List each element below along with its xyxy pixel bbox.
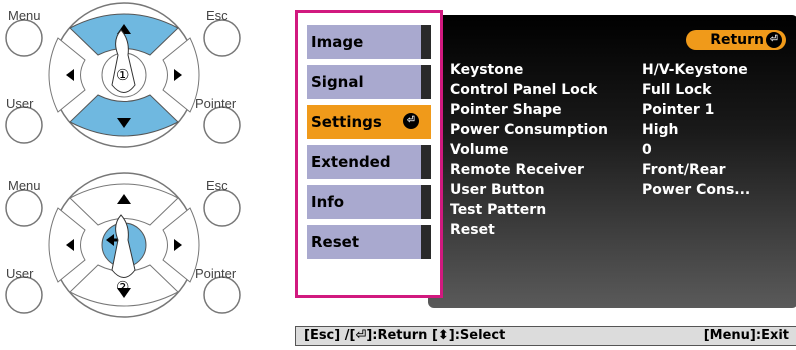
setting-row[interactable]: Control Panel Lock Full Lock <box>450 80 785 100</box>
setting-label: Test Pattern <box>450 202 547 218</box>
settings-submenu: Return ⏎ Keystone H/V-Keystone Control Pan… <box>428 15 796 308</box>
setting-label: Pointer Shape <box>450 102 562 118</box>
status-hint-left: [Esc] /[⏎]:Return [⬍]:Select <box>304 328 506 343</box>
remote-diagram-top: Menu Esc User Pointer ① <box>0 0 250 150</box>
projector-menu: Return ⏎ Keystone H/V-Keystone Control Pan… <box>295 10 796 310</box>
menu-label: Menu <box>8 8 41 23</box>
tab-image[interactable]: Image <box>307 25 431 59</box>
menu-tab-column: Image Signal Settings ⏎ Extended Info Reset <box>295 10 443 298</box>
remote-diagram-bottom: Menu Esc User Pointer ② <box>0 170 250 320</box>
tab-label: Image <box>311 33 364 51</box>
tab-label: Settings <box>311 113 382 131</box>
setting-row[interactable]: Remote Receiver Front/Rear <box>450 160 785 180</box>
setting-label: Power Consumption <box>450 122 608 138</box>
setting-row[interactable]: User Button Power Cons... <box>450 180 785 200</box>
menu-label: Menu <box>8 178 41 193</box>
setting-row[interactable]: Volume 0 <box>450 140 785 160</box>
esc-label: Esc <box>206 8 228 23</box>
status-bar: [Esc] /[⏎]:Return [⬍]:Select [Menu]:Exit <box>295 326 796 346</box>
setting-row[interactable]: Pointer Shape Pointer 1 <box>450 100 785 120</box>
tab-settings[interactable]: Settings ⏎ <box>307 105 431 139</box>
return-label: Return <box>710 32 764 48</box>
setting-value: High <box>642 122 679 138</box>
tab-label: Info <box>311 193 345 211</box>
setting-value: H/V-Keystone <box>642 62 748 78</box>
pointer-label: Pointer <box>195 266 237 281</box>
status-hint-right: [Menu]:Exit <box>703 328 789 343</box>
setting-value: Full Lock <box>642 82 712 98</box>
setting-row[interactable]: Test Pattern <box>450 200 785 220</box>
user-label: User <box>6 96 34 111</box>
tab-reset[interactable]: Reset <box>307 225 431 259</box>
tab-label: Reset <box>311 233 359 251</box>
setting-label: Volume <box>450 142 509 158</box>
setting-value: 0 <box>642 142 652 158</box>
setting-label: Reset <box>450 222 495 238</box>
setting-row[interactable]: Keystone H/V-Keystone <box>450 60 785 80</box>
enter-icon: ⏎ <box>766 32 782 48</box>
tab-label: Signal <box>311 73 364 91</box>
tab-extended[interactable]: Extended <box>307 145 431 179</box>
setting-row[interactable]: Power Consumption High <box>450 120 785 140</box>
step-label: ① <box>116 67 130 84</box>
setting-row[interactable]: Reset <box>450 220 785 240</box>
tab-info[interactable]: Info <box>307 185 431 219</box>
setting-value: Front/Rear <box>642 162 726 178</box>
setting-value: Power Cons... <box>642 182 751 198</box>
setting-label: User Button <box>450 182 545 198</box>
setting-label: Control Panel Lock <box>450 82 598 98</box>
setting-value: Pointer 1 <box>642 102 715 118</box>
user-label: User <box>6 266 34 281</box>
setting-label: Keystone <box>450 62 524 78</box>
tab-signal[interactable]: Signal <box>307 65 431 99</box>
esc-label: Esc <box>206 178 228 193</box>
enter-icon: ⏎ <box>403 113 419 129</box>
pointer-label: Pointer <box>195 96 237 111</box>
step-label: ② <box>116 279 130 296</box>
setting-label: Remote Receiver <box>450 162 584 178</box>
return-button[interactable]: Return ⏎ <box>686 30 786 50</box>
tab-label: Extended <box>311 153 391 171</box>
